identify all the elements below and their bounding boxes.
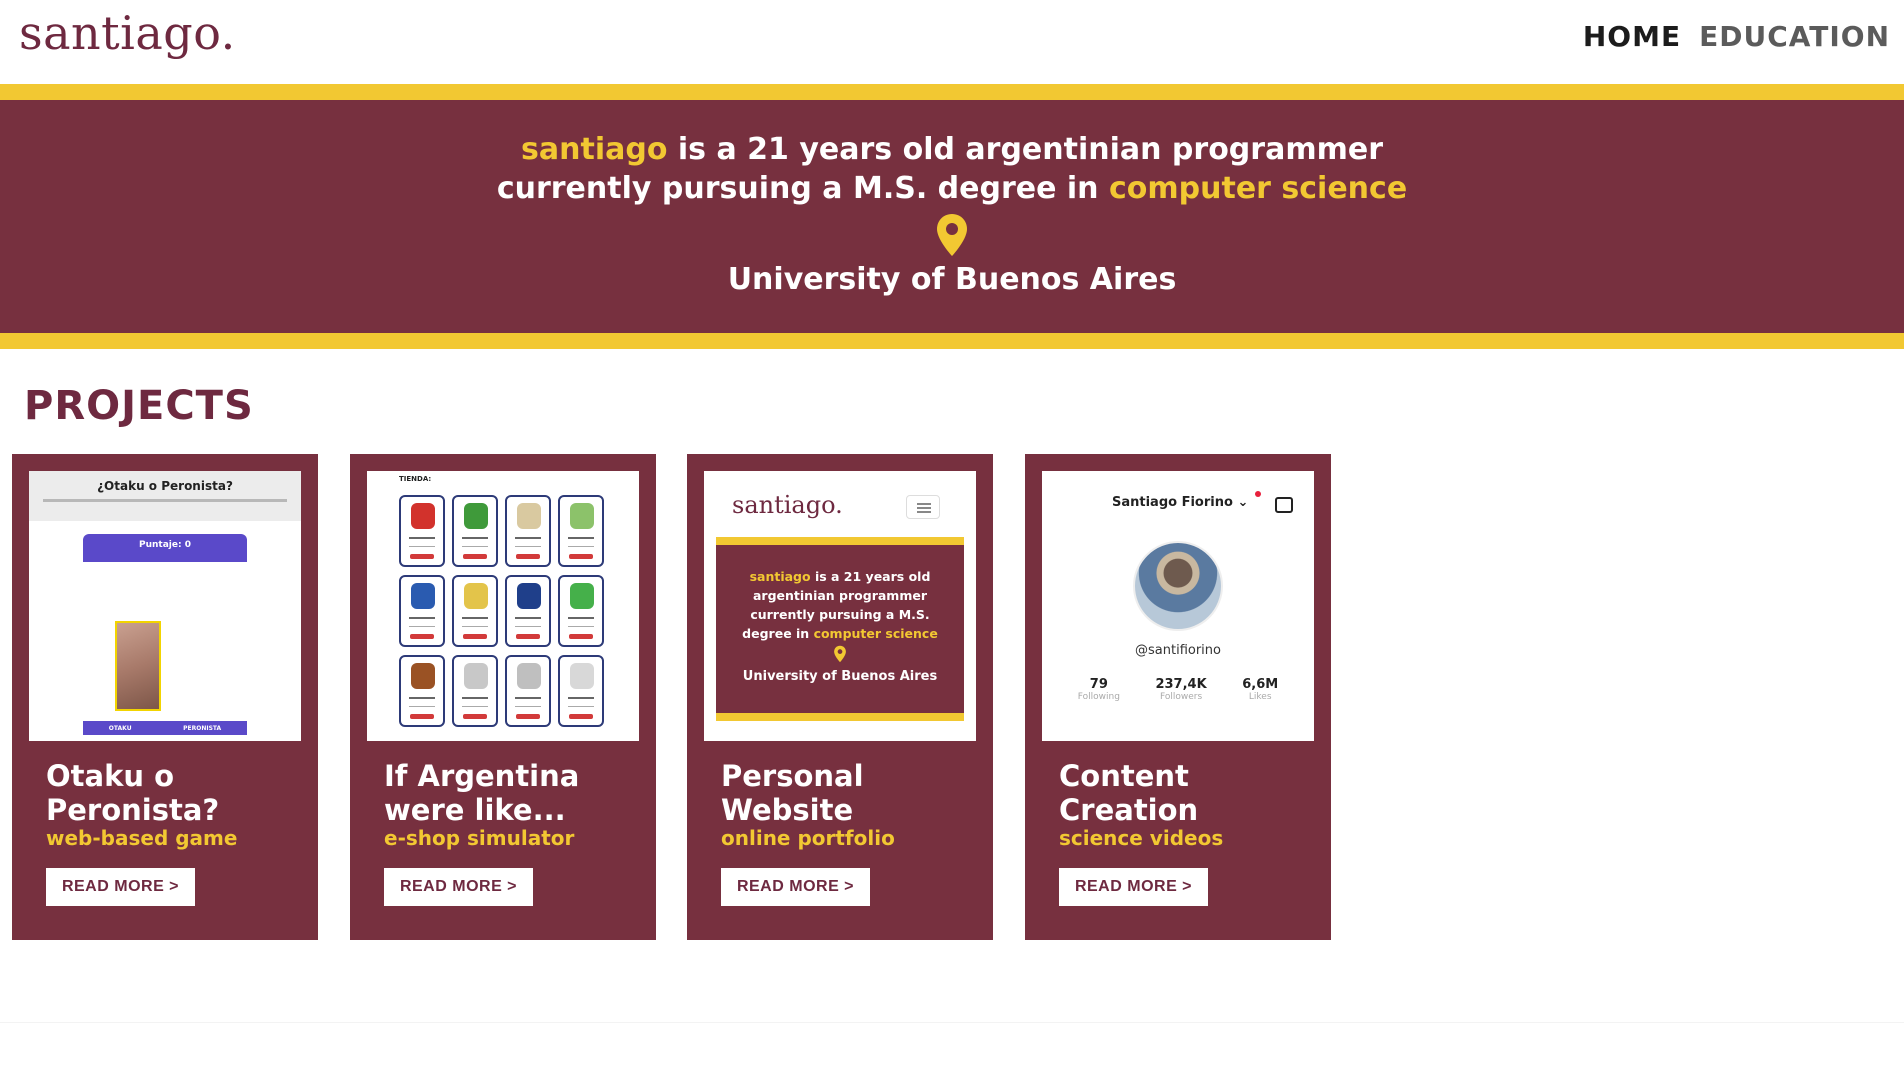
stat-label: Followers	[1159, 692, 1203, 702]
site-header: santiago. HOME EDUCATION	[0, 0, 1904, 84]
hero-text: santiago is a 21 years old argentinian p…	[0, 130, 1904, 299]
projects-heading: PROJECTS	[24, 383, 254, 429]
answer-bar: OTAKU PERONISTA	[83, 721, 247, 735]
score-bar: Puntaje: 0	[83, 534, 247, 562]
thumb-hero-line: argentinian programmer	[753, 588, 927, 603]
product-card	[558, 655, 604, 727]
project-thumbnail[interactable]: ¿Otaku o Peronista? Puntaje: 0 OTAKU PER…	[29, 471, 301, 741]
hero-line-1-rest: is a 21 years old argentinian programmer	[667, 132, 1383, 167]
thumb-title: ¿Otaku o Peronista?	[97, 479, 233, 493]
score-label: Puntaje: 0	[139, 540, 191, 550]
hero-name: santiago	[521, 132, 668, 167]
product-card	[399, 655, 445, 727]
card-subtitle: online portfolio	[721, 826, 895, 850]
hero-line-2-start: currently pursuing a M.S. degree in	[496, 171, 1109, 206]
product-card	[452, 575, 498, 647]
card-subtitle: science videos	[1059, 826, 1224, 850]
stat-label: Following	[1077, 692, 1120, 702]
location-pin-icon	[937, 214, 967, 256]
calendar-icon	[1275, 497, 1293, 513]
card-title: Content Creation	[1059, 759, 1319, 827]
read-more-button[interactable]: READ MORE >	[46, 868, 195, 906]
thumb-hero-text: santiago is a 21 years old argentinian p…	[716, 567, 964, 686]
thumb-text-line	[43, 499, 287, 502]
project-card-otaku: ¿Otaku o Peronista? Puntaje: 0 OTAKU PER…	[12, 454, 318, 940]
read-more-button[interactable]: READ MORE >	[384, 868, 533, 906]
profile-name: Santiago Fiorino ⌄	[1112, 495, 1249, 510]
nav-home-link[interactable]: HOME	[1583, 20, 1681, 53]
card-subtitle: web-based game	[46, 826, 238, 850]
card-title-line: Peronista?	[46, 793, 220, 827]
option-otaku: OTAKU	[108, 724, 132, 732]
thumb-hero-line: is a 21 years old	[810, 569, 931, 584]
product-grid	[399, 495, 604, 727]
read-more-button[interactable]: READ MORE >	[721, 868, 870, 906]
profile-handle: @santifiorino	[1135, 643, 1221, 658]
thumb-hero-name: santiago	[749, 569, 811, 584]
project-thumbnail[interactable]: Santiago Fiorino ⌄ @santifiorino 79 Foll…	[1042, 471, 1314, 741]
nav-education-link[interactable]: EDUCATION	[1699, 20, 1890, 53]
hero-university: University of Buenos Aires	[727, 262, 1177, 297]
site-logo[interactable]: santiago.	[19, 6, 236, 60]
main-nav: HOME EDUCATION	[1583, 20, 1890, 53]
thumb-logo: santiago.	[732, 491, 843, 519]
stat-value: 237,4K	[1155, 677, 1207, 692]
project-card-content: Santiago Fiorino ⌄ @santifiorino 79 Foll…	[1025, 454, 1331, 940]
stat-likes: 6,6M Likes	[1242, 677, 1278, 702]
stat-following: 79 Following	[1078, 677, 1120, 702]
product-card	[505, 575, 551, 647]
project-card-argentina: TIENDA: If Argentina were like... e-shop…	[350, 454, 656, 940]
read-more-button[interactable]: READ MORE >	[1059, 868, 1208, 906]
stat-label: Likes	[1248, 692, 1272, 702]
card-subtitle: e-shop simulator	[384, 826, 575, 850]
card-title-line: Website	[721, 793, 854, 827]
card-title-line: Content	[1059, 759, 1189, 793]
card-title-line: If Argentina	[384, 759, 580, 793]
shop-label: TIENDA:	[399, 475, 432, 483]
product-card	[399, 495, 445, 567]
card-title: If Argentina were like...	[384, 759, 644, 827]
product-card	[558, 495, 604, 567]
product-card	[505, 495, 551, 567]
card-title: Personal Website	[721, 759, 981, 827]
project-card-website: santiago. santiago is a 21 years old arg…	[687, 454, 993, 940]
card-title-line: Otaku o	[46, 759, 175, 793]
stat-value: 79	[1089, 677, 1108, 692]
thumb-hero-line: degree in	[742, 626, 814, 641]
avatar	[1133, 541, 1223, 631]
stat-followers: 237,4K Followers	[1155, 677, 1206, 702]
thumb-hero: santiago is a 21 years old argentinian p…	[716, 537, 964, 721]
card-title: Otaku o Peronista?	[46, 759, 306, 827]
stat-value: 6,6M	[1242, 677, 1279, 692]
option-peronista: PERONISTA	[183, 724, 222, 732]
product-card	[399, 575, 445, 647]
product-card	[452, 655, 498, 727]
product-card	[452, 495, 498, 567]
profile-stats: 79 Following 237,4K Followers 6,6M Likes	[1060, 677, 1296, 702]
project-thumbnail[interactable]: TIENDA:	[367, 471, 639, 741]
project-thumbnail[interactable]: santiago. santiago is a 21 years old arg…	[704, 471, 976, 741]
card-title-line: Personal	[721, 759, 864, 793]
hero-line-1: santiago is a 21 years old argentinian p…	[0, 130, 1904, 169]
hero-banner: santiago is a 21 years old argentinian p…	[0, 84, 1904, 349]
thumb-hero-field: computer science	[813, 626, 938, 641]
page-divider	[0, 1022, 1904, 1023]
thumb-hero-university: University of Buenos Aires	[742, 669, 938, 684]
product-card	[558, 575, 604, 647]
notification-dot-icon	[1255, 491, 1261, 497]
location-pin-icon	[834, 645, 846, 663]
thumb-header: ¿Otaku o Peronista?	[29, 471, 301, 521]
thumb-hero-line: currently pursuing a M.S.	[750, 607, 930, 622]
card-title-line: were like...	[384, 793, 566, 827]
hero-field: computer science	[1109, 171, 1408, 206]
game-photo	[115, 621, 161, 711]
hamburger-menu-icon	[906, 495, 940, 519]
hero-line-2: currently pursuing a M.S. degree in comp…	[0, 169, 1904, 208]
product-card	[505, 655, 551, 727]
card-title-line: Creation	[1059, 793, 1199, 827]
